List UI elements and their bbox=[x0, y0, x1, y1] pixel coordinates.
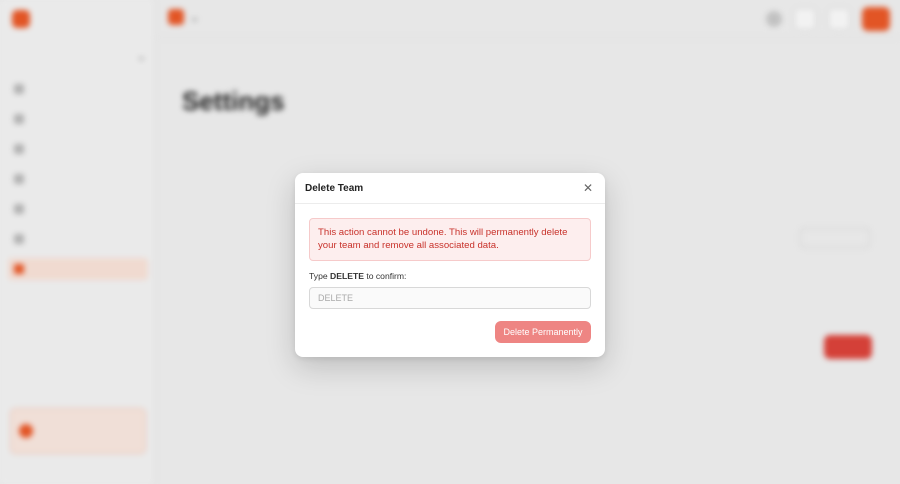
delete-team-dialog: Delete Team ✕ This action cannot be undo… bbox=[295, 173, 605, 357]
close-icon[interactable]: ✕ bbox=[581, 181, 595, 195]
confirm-suffix: to confirm: bbox=[366, 271, 407, 281]
confirm-input[interactable] bbox=[309, 287, 591, 309]
delete-permanently-button[interactable]: Delete Permanently bbox=[495, 321, 591, 343]
confirm-prefix: Type bbox=[309, 271, 328, 281]
confirm-keyword: DELETE bbox=[330, 271, 364, 281]
dialog-title: Delete Team bbox=[305, 182, 364, 194]
confirm-instruction: Type DELETE to confirm: bbox=[309, 271, 406, 281]
dialog-header: Delete Team ✕ bbox=[295, 173, 605, 204]
warning-alert: This action cannot be undone. This will … bbox=[309, 218, 591, 261]
warning-text: This action cannot be undone. This will … bbox=[318, 227, 568, 251]
